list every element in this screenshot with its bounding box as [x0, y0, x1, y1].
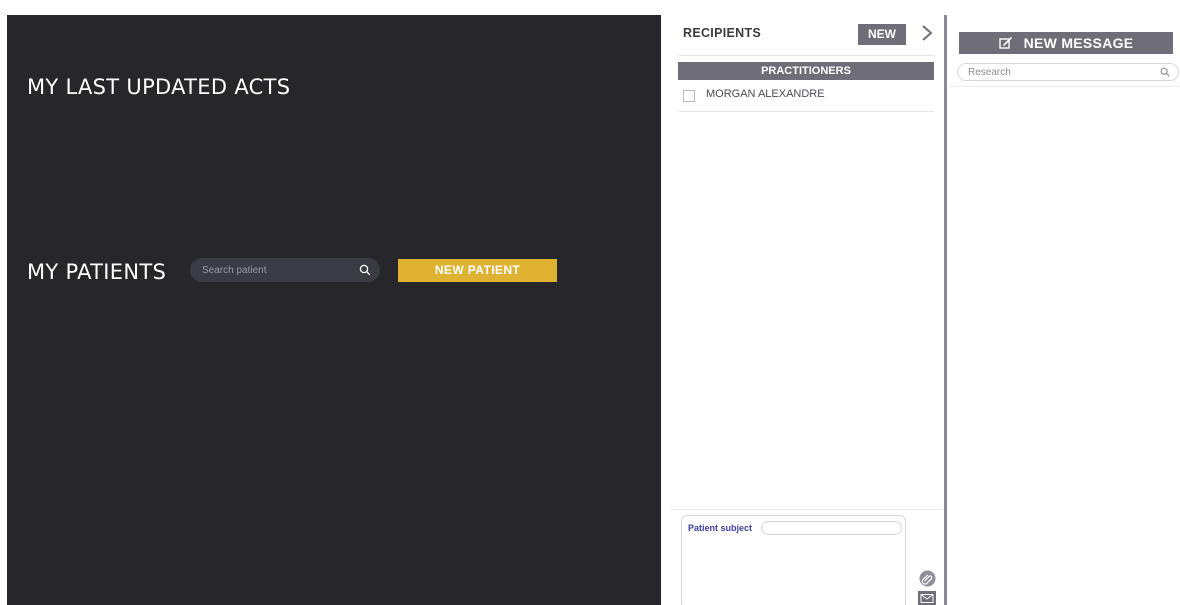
patient-subject-input[interactable]: [761, 521, 902, 535]
search-icon[interactable]: [1160, 67, 1170, 77]
new-message-label: NEW MESSAGE: [1023, 35, 1134, 51]
new-recipient-button[interactable]: NEW: [858, 24, 906, 45]
dashboard-panel: MY LAST UPDATED ACTS MY PATIENTS NEW PAT…: [7, 15, 661, 605]
recipients-header: RECIPIENTS NEW: [671, 15, 943, 55]
envelope-icon[interactable]: [918, 591, 936, 605]
patient-subject-label: Patient subject: [688, 523, 753, 533]
paperclip-icon[interactable]: [919, 570, 936, 587]
header-divider: [678, 55, 935, 56]
messages-divider: [949, 86, 1180, 87]
compose-divider: [671, 509, 943, 510]
messages-panel: NEW MESSAGE: [949, 15, 1180, 605]
panel-divider[interactable]: [944, 15, 947, 605]
recipient-list-item[interactable]: MORGAN ALEXANDRE: [678, 85, 934, 112]
recipient-checkbox[interactable]: [683, 90, 695, 102]
message-search-box: [957, 63, 1179, 81]
edit-icon: [998, 36, 1012, 49]
last-updated-acts-title: MY LAST UPDATED ACTS: [27, 75, 291, 99]
search-icon[interactable]: [359, 264, 371, 276]
practitioners-group-header: PRACTITIONERS: [678, 62, 934, 80]
new-message-button[interactable]: NEW MESSAGE: [959, 32, 1173, 54]
message-compose-box[interactable]: Patient subject: [681, 515, 906, 605]
message-search-input[interactable]: [968, 65, 1148, 79]
recipients-title: RECIPIENTS: [683, 26, 762, 40]
patient-search-input[interactable]: [202, 258, 352, 282]
chevron-right-icon[interactable]: [920, 23, 934, 43]
patient-search-box: [190, 258, 380, 282]
my-patients-title: MY PATIENTS: [27, 260, 167, 284]
recipient-name: MORGAN ALEXANDRE: [706, 88, 825, 100]
recipients-panel: RECIPIENTS NEW PRACTITIONERS MORGAN ALEX…: [671, 15, 943, 605]
new-patient-button[interactable]: NEW PATIENT: [398, 259, 557, 282]
